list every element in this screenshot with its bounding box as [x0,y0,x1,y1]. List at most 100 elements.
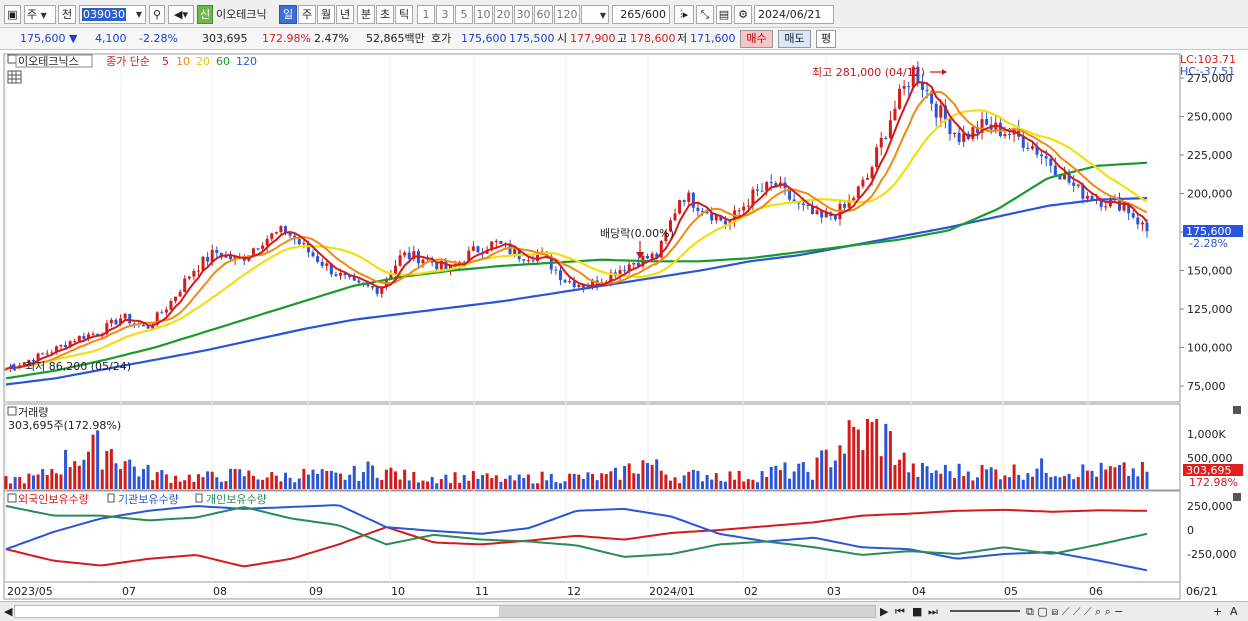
sound-icon[interactable]: ◀▾ [168,5,194,24]
volume-bar [696,470,700,489]
volume-bar [343,479,347,489]
institution-label: 기관보유수량 [118,493,179,506]
volume-bar [705,474,709,489]
scroll-left-icon[interactable]: ◀ [4,604,12,619]
volume-bar [1127,475,1131,489]
open-label: 시 [557,32,568,45]
gear-icon[interactable]: ⚙ [734,5,752,24]
panel-stock-name: 이오테크닉스 [18,55,79,68]
period-second[interactable]: 초 [376,5,394,24]
candle-body [261,245,265,249]
new-badge[interactable]: 신 [197,5,213,24]
volume-bar [856,429,860,489]
zoom-slider[interactable] [950,610,1020,612]
zoom-in-icon[interactable]: + [1213,604,1222,619]
volume-bar [586,472,590,489]
volume-bar [297,478,301,489]
sell-button[interactable]: 매도 [778,30,811,48]
volume-bar [119,469,123,489]
average-button[interactable]: 평 [816,30,836,48]
candle-body [646,255,650,259]
close-icon[interactable] [1233,406,1241,414]
minute-60[interactable]: 60 [534,5,553,24]
table-icon[interactable] [7,70,22,84]
candle-body [73,341,77,343]
period-week[interactable]: 주 [298,5,316,24]
volume-bar [971,480,975,489]
period-minute[interactable]: 분 [357,5,375,24]
volume-bar [549,473,553,489]
count-input[interactable]: 265/600 [612,5,670,24]
period-month[interactable]: 월 [317,5,335,24]
volume-bar [1049,477,1053,489]
volume-bar [778,470,782,489]
candle-body [531,260,535,262]
volume-bar [554,482,558,489]
minute-3[interactable]: 3 [436,5,454,24]
price-tick: 250,000 [1187,111,1233,124]
stop-icon[interactable]: ■ [912,604,922,619]
minute-20[interactable]: 20 [494,5,513,24]
stock-chart[interactable]: 이오테크닉스 종가 단순 5 10 20 60 120 LC:103.71 HC… [0,52,1248,600]
current-price: 175,600 ▼ [20,32,78,45]
search-icon[interactable]: ⚲ [149,5,165,24]
period-day[interactable]: 일 [279,5,297,24]
close-icon[interactable] [1233,493,1241,501]
volume-bar [416,482,420,489]
date-input[interactable]: 2024/06/21 ▦ [754,5,834,24]
screen-icon[interactable]: ▣ [4,5,21,24]
chart-scrollbar[interactable] [14,605,876,618]
candle-body [522,259,526,261]
volume-bar [22,483,26,489]
candle-body [673,213,677,221]
candle-body [843,204,847,208]
save-icon[interactable]: ▤ [716,5,732,24]
candle-body [985,119,989,125]
volume-bar [769,466,773,489]
period-tick[interactable]: 틱 [395,5,413,24]
ask-price: 175,600 [461,32,507,45]
minute-120[interactable]: 120 [554,5,580,24]
price-tick: 225,000 [1187,149,1233,162]
candle-body [852,198,856,201]
volume-bar [430,476,434,489]
all-button[interactable]: 전 [58,5,76,24]
volume-bar [641,460,645,489]
volume-bar [581,478,585,489]
volume-bar [522,477,526,489]
candle-body [375,287,379,294]
candle-body [311,252,315,257]
interval-select[interactable]: ▼ [581,5,609,24]
volume-bar [238,469,242,489]
volume-bar [164,474,168,489]
minute-10[interactable]: 10 [474,5,493,24]
last-icon[interactable]: ⏭ [928,604,938,619]
volume-bar [59,474,63,489]
scroll-right-icon[interactable]: ▶ [880,604,888,619]
period-year[interactable]: 년 [336,5,354,24]
candle-body [398,255,402,266]
candle-body [316,256,320,262]
buy-button[interactable]: 매수 [740,30,773,48]
tool-icons[interactable]: ⧉ ▢ ⧈ ⟋ ⟋ ⟋ ⌕ ⌕ − [1026,604,1124,619]
font-size-icon[interactable]: A [1230,604,1238,619]
draw-icon[interactable]: ⤡ [696,5,714,24]
minute-30[interactable]: 30 [514,5,533,24]
candle-body [934,103,938,118]
scroll-thumb[interactable] [499,606,875,617]
calendar-icon[interactable]: ▦ [821,23,831,24]
volume-bar [536,483,540,489]
chart-type-icon[interactable]: ⫶▸ [674,5,694,24]
market-select[interactable]: 주 ▼ [24,5,56,24]
bid-price: 175,500 [509,32,555,45]
candle-body [678,200,682,214]
stock-code-input[interactable]: 039030 ▼ [79,5,146,24]
candle-body [91,333,95,335]
first-icon[interactable]: ⏮ [895,604,905,619]
minute-1[interactable]: 1 [417,5,435,24]
volume-bar [219,481,223,489]
minute-5[interactable]: 5 [455,5,473,24]
volume-bar [701,481,705,489]
volume-bar [1012,464,1016,489]
candle-body [865,178,869,180]
